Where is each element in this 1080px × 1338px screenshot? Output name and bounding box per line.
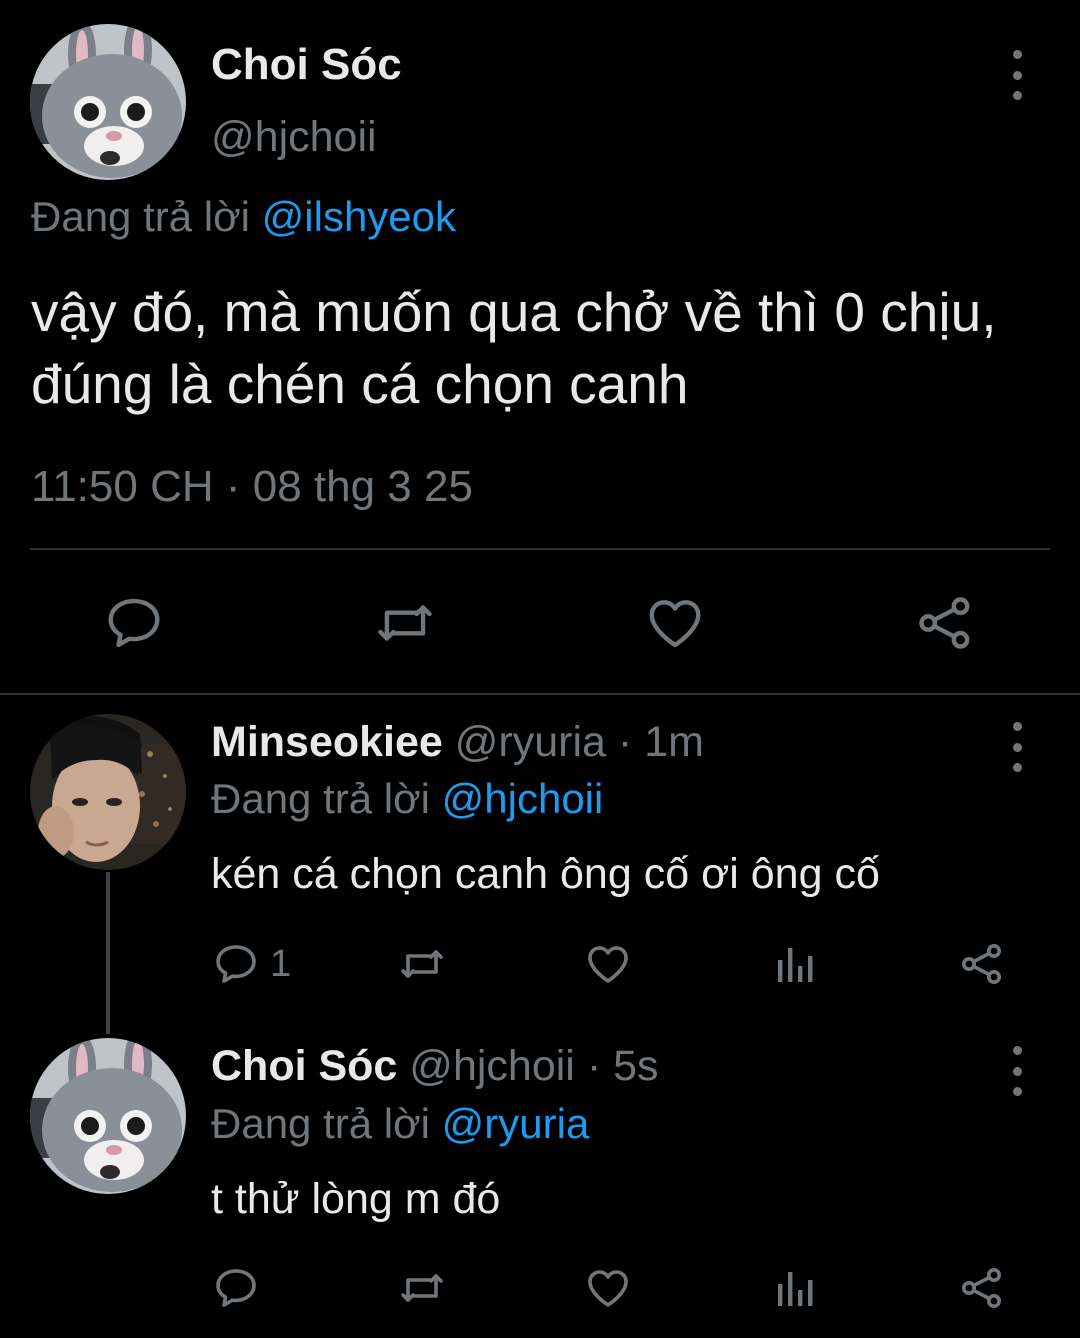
reply-text: kén cá chọn canh ông cố ơi ông cố	[211, 850, 880, 898]
author-name[interactable]: Choi Sóc	[211, 40, 402, 90]
section-divider	[0, 693, 1080, 695]
share-icon[interactable]	[958, 940, 1006, 988]
replying-to-mention[interactable]: @ryuria	[442, 1100, 590, 1147]
reply-icon[interactable]	[212, 1264, 260, 1312]
tweet-text: vậy đó, mà muốn qua chở về thì 0 chịu, đ…	[31, 281, 997, 415]
reply-count: 1	[270, 943, 292, 985]
replying-to: Đang trả lời @ilshyeok	[31, 193, 456, 241]
reply-author-handle[interactable]: @ryuria	[455, 718, 606, 766]
replying-to: Đang trả lời @ryuria	[211, 1100, 589, 1148]
more-options-icon[interactable]	[1007, 1046, 1027, 1096]
retweet-icon[interactable]	[372, 592, 438, 654]
meta-separator: ·	[586, 1042, 602, 1090]
replying-to-label: Đang trả lời	[211, 775, 430, 822]
more-options-icon[interactable]	[1007, 722, 1027, 772]
reply-icon[interactable]	[103, 592, 165, 654]
reply-author-name[interactable]: Minseokiee	[211, 718, 443, 766]
meta-separator: ·	[617, 718, 633, 766]
share-icon[interactable]	[914, 592, 976, 654]
reply-avatar[interactable]	[30, 714, 186, 870]
reply-text: t thử lòng m đó	[211, 1175, 501, 1223]
analytics-icon[interactable]	[772, 940, 820, 988]
reply-time[interactable]: 5s	[613, 1042, 658, 1090]
replying-to-label: Đang trả lời	[31, 193, 250, 240]
author-handle[interactable]: @hjchoii	[211, 113, 377, 162]
retweet-icon[interactable]	[396, 1264, 448, 1312]
reply-avatar[interactable]	[30, 1038, 186, 1194]
tweet-timestamp[interactable]: 11:50 CH · 08 thg 3 25	[31, 462, 473, 512]
replying-to-label: Đang trả lời	[211, 1100, 430, 1147]
reply-header: Minseokiee @ryuria · 1m	[211, 718, 704, 767]
analytics-icon[interactable]	[772, 1264, 820, 1312]
more-options-icon[interactable]	[1007, 50, 1027, 100]
divider	[30, 548, 1050, 550]
reply-time[interactable]: 1m	[644, 718, 704, 766]
replying-to-mention[interactable]: @ilshyeok	[262, 193, 456, 240]
like-icon[interactable]	[644, 592, 706, 654]
reply-header: Choi Sóc @hjchoii · 5s	[211, 1042, 659, 1091]
author-avatar[interactable]	[30, 24, 186, 180]
replying-to: Đang trả lời @hjchoii	[211, 775, 603, 823]
reply-author-name[interactable]: Choi Sóc	[211, 1042, 397, 1090]
reply-author-handle[interactable]: @hjchoii	[409, 1042, 575, 1090]
retweet-icon[interactable]	[396, 940, 448, 988]
share-icon[interactable]	[958, 1264, 1006, 1312]
thread-connector	[106, 872, 110, 1034]
reply-icon[interactable]	[212, 940, 260, 988]
like-icon[interactable]	[584, 1264, 632, 1312]
like-icon[interactable]	[584, 940, 632, 988]
replying-to-mention[interactable]: @hjchoii	[442, 775, 604, 822]
